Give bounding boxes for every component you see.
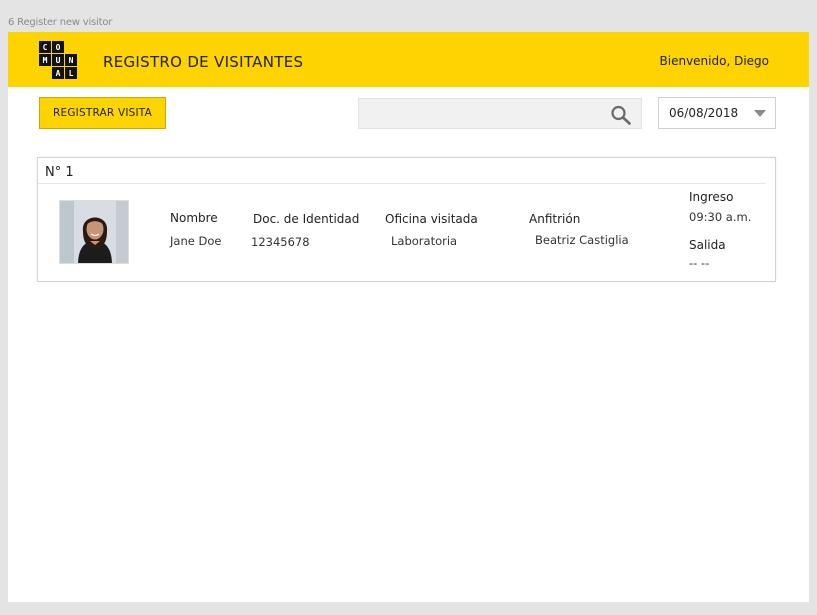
logo-letter: A (52, 67, 64, 79)
visitor-number: N° 1 (45, 165, 74, 180)
entry-label: Ingreso (689, 190, 734, 204)
search-icon[interactable] (610, 105, 632, 125)
frame-label: 6 Register new visitor (8, 17, 113, 28)
office-value: Laboratoria (391, 234, 458, 248)
app-canvas: C O M U N A L REGISTRO DE VISITANTES Bie… (8, 32, 809, 602)
logo-letter: L (65, 67, 77, 79)
chevron-down-icon (754, 110, 766, 117)
entry-value: 09:30 a.m. (689, 210, 752, 224)
avatar (59, 200, 129, 264)
register-visit-button[interactable]: REGISTRAR VISITA (39, 97, 166, 129)
host-label: Anfitrión (529, 212, 581, 226)
name-label: Nombre (170, 211, 218, 225)
exit-value: -- -- (689, 256, 710, 270)
doc-label: Doc. de Identidad (253, 212, 360, 226)
divider (38, 183, 766, 184)
page-title: REGISTRO DE VISITANTES (103, 53, 304, 71)
visitor-card[interactable]: N° 1 Nombre Jane Doe Doc. de Identidad 1… (37, 157, 776, 282)
logo-blank (65, 41, 77, 53)
logo-letter: N (65, 54, 77, 66)
doc-value: 12345678 (251, 235, 310, 249)
logo-blank (39, 67, 51, 79)
exit-label: Salida (689, 238, 726, 252)
office-label: Oficina visitada (385, 212, 478, 226)
person-photo-icon (60, 201, 128, 263)
date-value: 06/08/2018 (669, 106, 739, 120)
welcome-text: Bienvenido, Diego (659, 54, 769, 68)
search-input[interactable] (359, 99, 599, 128)
logo-letter: C (39, 41, 51, 53)
name-value: Jane Doe (170, 234, 222, 248)
logo-letter: O (52, 41, 64, 53)
search-box (358, 98, 642, 129)
date-select[interactable]: 06/08/2018 (658, 97, 776, 129)
header-bar: C O M U N A L REGISTRO DE VISITANTES Bie… (8, 32, 809, 87)
logo-letter: U (52, 54, 64, 66)
logo: C O M U N A L (39, 41, 77, 79)
host-value: Beatriz Castiglia (535, 233, 629, 247)
logo-letter: M (39, 54, 51, 66)
